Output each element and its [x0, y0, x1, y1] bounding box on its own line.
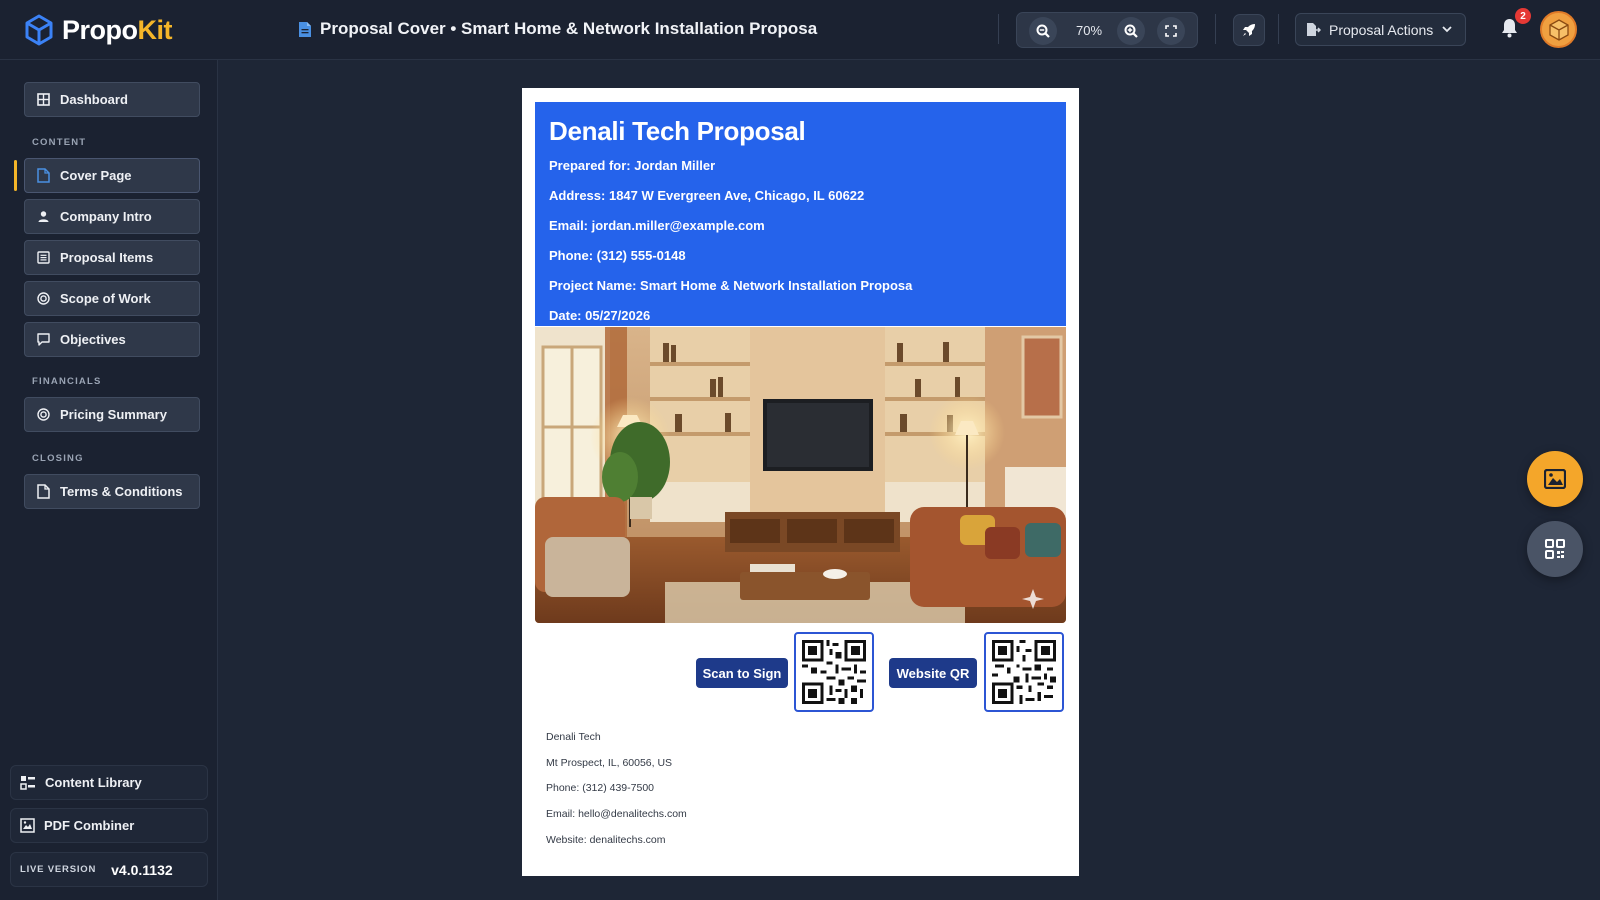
client-email: Email: jordan.miller@example.com: [549, 218, 765, 233]
client-address: Address: 1847 W Evergreen Ave, Chicago, …: [549, 188, 865, 203]
section-heading-content: CONTENT: [32, 137, 87, 148]
live-version-label: LIVE VERSION: [20, 864, 97, 875]
section-heading-closing: CLOSING: [32, 453, 84, 464]
prepared-for: Prepared for: Jordan Miller: [549, 158, 716, 173]
website-qr-code[interactable]: [984, 632, 1064, 712]
sidebar-item-label: Proposal Items: [60, 250, 154, 265]
pdf-combiner-label: PDF Combiner: [44, 818, 135, 833]
library-icon: [20, 776, 35, 790]
project-name: Project Name: Smart Home & Network Insta…: [549, 278, 913, 293]
package-icon: [1548, 18, 1569, 41]
sidebar-item-label: Pricing Summary: [60, 407, 167, 422]
rocket-icon: [1243, 24, 1255, 36]
qr-settings-button[interactable]: [1527, 521, 1583, 577]
active-indicator: [14, 160, 17, 191]
sidebar-item-label: Scope of Work: [60, 291, 151, 306]
sidebar-item-company-intro[interactable]: Company Intro: [24, 199, 200, 234]
toolbar-divider: [1278, 14, 1279, 44]
zoom-out-icon: [1036, 24, 1050, 38]
target-icon: [37, 408, 50, 421]
sidebar-item-label: Terms & Conditions: [60, 484, 183, 499]
scan-to-sign-button[interactable]: Scan to Sign: [696, 658, 788, 688]
change-image-button[interactable]: [1527, 451, 1583, 507]
living-room-image: [535, 327, 1066, 623]
sidebar-item-pricing-summary[interactable]: Pricing Summary: [24, 397, 200, 432]
image-stack-icon: [20, 818, 35, 833]
top-bar: PropoKit Proposal Cover • Smart Home & N…: [0, 0, 1600, 60]
zoom-out-button[interactable]: [1029, 17, 1057, 45]
cover-header[interactable]: Denali Tech Proposal Prepared for: Jorda…: [535, 102, 1066, 326]
cover-title: Denali Tech Proposal: [549, 116, 806, 146]
notification-badge: 2: [1515, 8, 1531, 24]
cover-image[interactable]: [535, 327, 1066, 623]
zoom-in-icon: [1124, 24, 1138, 38]
sidebar-item-label: Cover Page: [60, 168, 132, 183]
sidebar-item-cover-page[interactable]: Cover Page: [24, 158, 200, 193]
grid-icon: [37, 93, 50, 106]
sign-qr-code[interactable]: [794, 632, 874, 712]
sidebar-item-proposal-items[interactable]: Proposal Items: [24, 240, 200, 275]
qr-code-icon: [1545, 539, 1565, 559]
comment-icon: [37, 333, 50, 346]
sidebar-item-label: Objectives: [60, 332, 126, 347]
client-phone: Phone: (312) 555-0148: [549, 248, 686, 263]
sidebar-item-terms-conditions[interactable]: Terms & Conditions: [24, 474, 200, 509]
cube-logo-icon: [25, 14, 53, 46]
chevron-down-icon: [1442, 26, 1452, 33]
sidebar-item-objectives[interactable]: Objectives: [24, 322, 200, 357]
fullscreen-button[interactable]: [1157, 17, 1185, 45]
person-icon: [38, 211, 49, 222]
sidebar: Dashboard CONTENT Cover Page Company Int…: [0, 60, 218, 900]
document-title: Proposal Cover • Smart Home & Network In…: [298, 19, 817, 39]
sidebar-item-label: Dashboard: [60, 92, 128, 107]
section-heading-financials: FINANCIALS: [32, 376, 102, 387]
proposal-actions-dropdown[interactable]: Proposal Actions: [1295, 13, 1466, 46]
pdf-combiner-button[interactable]: PDF Combiner: [10, 808, 208, 843]
publish-button[interactable]: [1233, 14, 1265, 46]
proposal-page-preview: Denali Tech Proposal Prepared for: Jorda…: [522, 88, 1079, 876]
content-library-button[interactable]: Content Library: [10, 765, 208, 800]
toolbar-divider: [1215, 14, 1216, 44]
toolbar-divider: [998, 14, 999, 44]
file-icon: [37, 484, 50, 499]
company-phone: Phone: (312) 439-7500: [546, 782, 654, 794]
target-icon: [37, 292, 50, 305]
company-name: Denali Tech: [546, 731, 601, 743]
sidebar-item-dashboard[interactable]: Dashboard: [24, 82, 200, 117]
company-email: Email: hello@denalitechs.com: [546, 808, 687, 820]
file-export-icon: [1307, 23, 1321, 36]
live-version-value: v4.0.1132: [111, 861, 173, 878]
company-address: Mt Prospect, IL, 60056, US: [546, 757, 673, 769]
live-version: LIVE VERSION v4.0.1132: [10, 852, 208, 887]
document-title-text: Proposal Cover • Smart Home & Network In…: [320, 19, 818, 38]
zoom-controls: 70%: [1016, 12, 1198, 48]
image-icon: [1544, 469, 1566, 489]
company-website: Website: denalitechs.com: [546, 834, 666, 846]
app-logo[interactable]: PropoKit: [24, 14, 172, 46]
website-qr-button[interactable]: Website QR: [889, 658, 977, 688]
content-library-label: Content Library: [45, 775, 142, 790]
user-avatar[interactable]: [1540, 11, 1577, 48]
fullscreen-icon: [1165, 25, 1177, 37]
document-icon: [299, 21, 311, 37]
sidebar-item-label: Company Intro: [60, 209, 152, 224]
zoom-in-button[interactable]: [1117, 17, 1145, 45]
qr-code-icon: [802, 640, 866, 704]
file-icon: [37, 168, 50, 183]
app-name: PropoKit: [62, 14, 172, 45]
list-icon: [37, 251, 50, 264]
qr-code-icon: [992, 640, 1056, 704]
sidebar-item-scope-of-work[interactable]: Scope of Work: [24, 281, 200, 316]
proposal-actions-label: Proposal Actions: [1329, 21, 1434, 38]
zoom-level: 70%: [1075, 23, 1103, 38]
